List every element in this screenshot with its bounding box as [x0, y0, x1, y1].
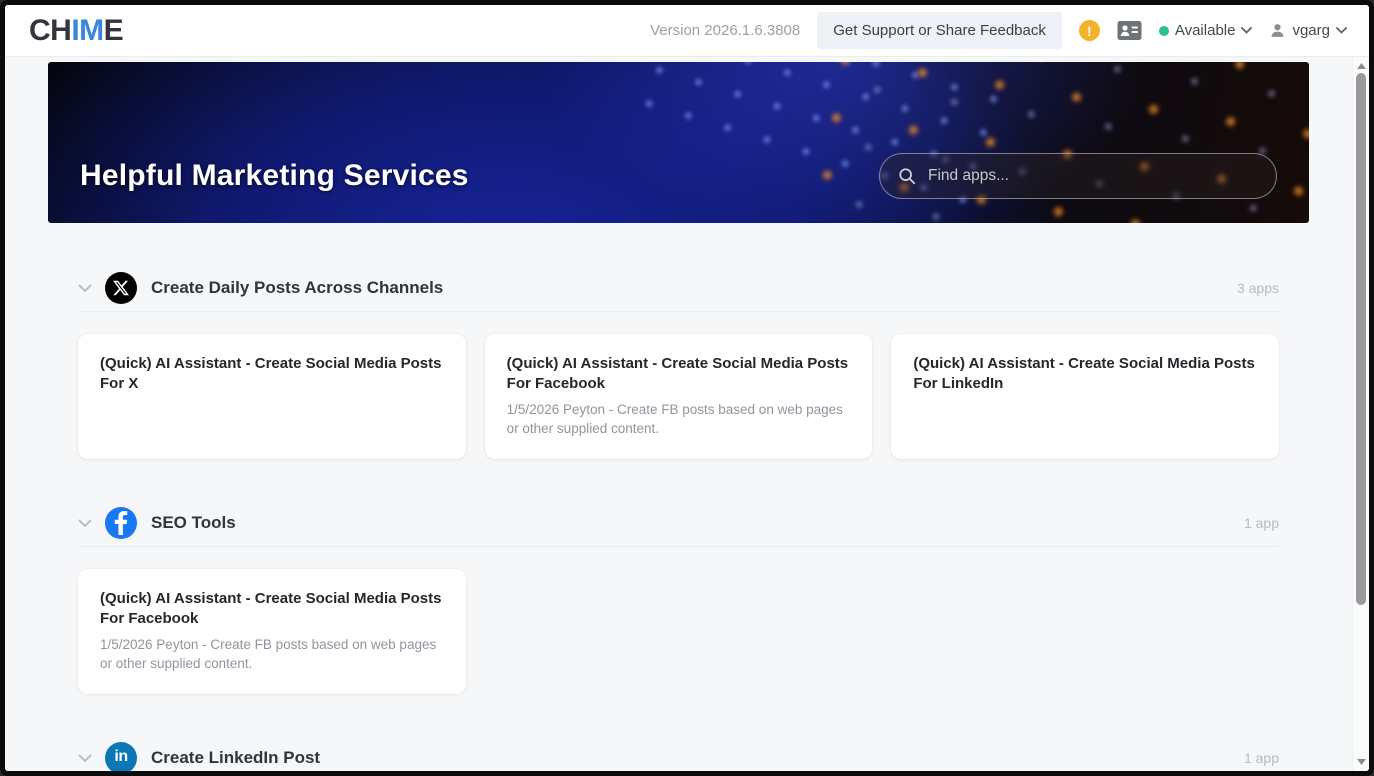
app-card-x-posts[interactable]: (Quick) AI Assistant - Create Social Med…	[78, 334, 466, 459]
app-card-title: (Quick) AI Assistant - Create Social Med…	[913, 354, 1257, 394]
top-bar: CHIME Version 2026.1.6.3808 Get Support …	[5, 5, 1369, 57]
chevron-down-icon[interactable]	[78, 754, 92, 763]
logo-text-blue: IM	[71, 14, 103, 47]
section-create-daily-posts: Create Daily Posts Across Channels 3 app…	[78, 272, 1279, 459]
hero-banner: Helpful Marketing Services	[48, 62, 1309, 223]
username-label: vgarg	[1292, 22, 1330, 39]
search-icon	[898, 167, 916, 185]
user-menu[interactable]: vgarg	[1269, 22, 1347, 39]
main-content: Helpful Marketing Services	[5, 57, 1369, 771]
chevron-down-icon	[1241, 27, 1252, 34]
section-divider	[78, 546, 1279, 547]
chevron-down-icon[interactable]	[78, 519, 92, 528]
chime-logo: CHIME	[29, 16, 123, 46]
app-card-description: 1/5/2026 Peyton - Create FB posts based …	[507, 400, 851, 438]
contact-card-icon[interactable]	[1117, 20, 1142, 41]
presence-dot-icon	[1159, 26, 1169, 36]
logo-text-dark: CH	[29, 14, 71, 47]
facebook-icon	[105, 507, 137, 539]
scrollbar-thumb[interactable]	[1356, 73, 1366, 605]
app-card-facebook-posts[interactable]: (Quick) AI Assistant - Create Social Med…	[485, 334, 873, 459]
chevron-down-icon[interactable]	[78, 284, 92, 293]
availability-label: Available	[1175, 22, 1236, 39]
page-title: Helpful Marketing Services	[80, 159, 469, 193]
section-divider	[78, 311, 1279, 312]
availability-dropdown[interactable]: Available	[1159, 22, 1253, 39]
scroll-viewport: Helpful Marketing Services	[5, 57, 1352, 771]
app-card-linkedin-posts[interactable]: (Quick) AI Assistant - Create Social Med…	[891, 334, 1279, 459]
app-card-title: (Quick) AI Assistant - Create Social Med…	[507, 354, 851, 394]
section-app-count: 1 app	[1244, 515, 1279, 531]
section-create-linkedin-post: in Create LinkedIn Post 1 app	[78, 742, 1279, 771]
scrollbar-up-arrow[interactable]	[1353, 59, 1369, 73]
scrollbar[interactable]	[1352, 57, 1369, 771]
section-seo-tools: SEO Tools 1 app (Quick) AI Assistant - C…	[78, 507, 1279, 694]
user-icon	[1269, 22, 1286, 39]
x-icon	[105, 272, 137, 304]
section-app-count: 3 apps	[1237, 280, 1279, 296]
version-label: Version 2026.1.6.3808	[650, 22, 800, 39]
scrollbar-down-arrow[interactable]	[1353, 755, 1369, 769]
section-title: Create Daily Posts Across Channels	[151, 278, 1237, 298]
warning-icon[interactable]: !	[1079, 20, 1100, 41]
app-card-description: 1/5/2026 Peyton - Create FB posts based …	[100, 635, 444, 673]
section-title: SEO Tools	[151, 513, 1244, 533]
linkedin-icon: in	[105, 742, 137, 771]
logo-text-dark2: E	[104, 14, 124, 47]
search-input[interactable]	[928, 167, 1258, 185]
chevron-down-icon	[1336, 27, 1347, 34]
app-card-facebook-posts[interactable]: (Quick) AI Assistant - Create Social Med…	[78, 569, 466, 694]
app-window: CHIME Version 2026.1.6.3808 Get Support …	[0, 0, 1374, 776]
support-feedback-button[interactable]: Get Support or Share Feedback	[817, 12, 1062, 49]
section-title: Create LinkedIn Post	[151, 748, 1244, 768]
search-box[interactable]	[879, 153, 1277, 199]
app-card-title: (Quick) AI Assistant - Create Social Med…	[100, 354, 444, 394]
app-card-title: (Quick) AI Assistant - Create Social Med…	[100, 589, 444, 629]
section-app-count: 1 app	[1244, 750, 1279, 766]
